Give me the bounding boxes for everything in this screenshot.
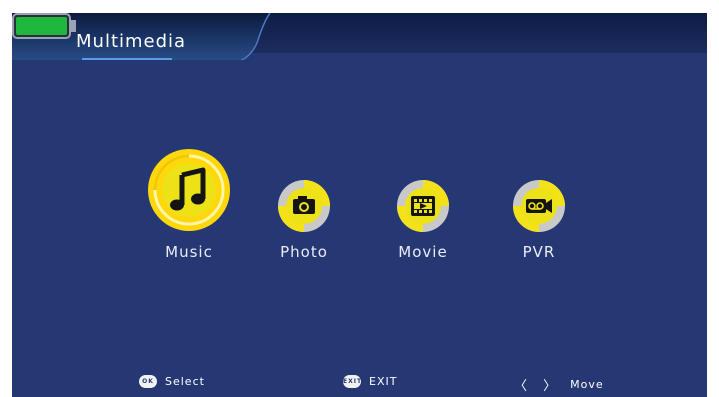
menu-label-photo: Photo: [280, 243, 328, 261]
hint-exit: EXIT EXIT: [343, 375, 397, 388]
hint-move-label: Move: [570, 378, 604, 391]
footer-hints: OK Select EXIT EXIT 〈 〉 Move: [12, 368, 707, 397]
tape-recorder-icon: [513, 180, 565, 232]
hint-select: OK Select: [139, 375, 205, 388]
music-note-icon: [148, 149, 230, 231]
header-bar: Multimedia: [12, 13, 707, 60]
ok-key-icon: OK: [139, 375, 157, 388]
hint-move: 〈 〉 Move: [514, 375, 604, 394]
menu-label-movie: Movie: [398, 243, 448, 261]
multimedia-screen: Multimedia Music Photo Movie PVR OK Sele…: [12, 13, 707, 397]
menu-label-pvr: PVR: [522, 243, 556, 261]
hint-select-label: Select: [165, 375, 205, 388]
camera-icon: [278, 180, 330, 232]
left-right-arrows-icon: 〈 〉: [514, 379, 563, 394]
page-title: Multimedia: [76, 31, 187, 52]
menu-label-music: Music: [165, 243, 213, 261]
battery-full-icon: [12, 13, 76, 39]
hint-exit-label: EXIT: [369, 375, 398, 388]
exit-key-icon: EXIT: [343, 375, 361, 388]
film-play-icon: [397, 180, 449, 232]
